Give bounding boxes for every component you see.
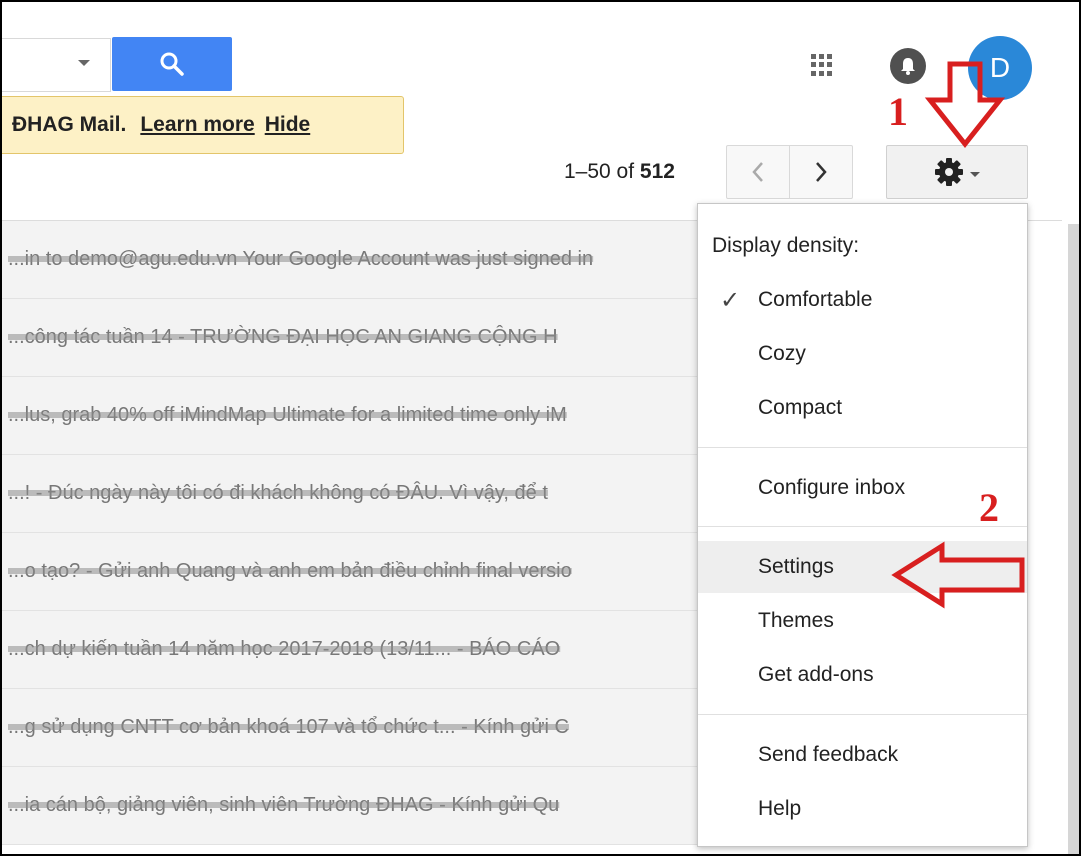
checkmark-icon: ✓ (720, 287, 741, 314)
gear-icon (935, 158, 963, 186)
learn-more-link[interactable]: Learn more (140, 113, 254, 137)
menu-item-label: Comfortable (758, 288, 873, 311)
chevron-down-icon (970, 171, 980, 177)
settings-gear-button[interactable] (886, 145, 1028, 199)
menu-item-label: Configure inbox (758, 476, 906, 499)
get-addons-item[interactable]: Get add-ons (698, 649, 1027, 701)
annotation-step-1: 1 (888, 89, 908, 134)
email-row[interactable]: ...in to demo@agu.edu.vn Your Google Acc… (2, 221, 702, 299)
email-snippet: ...lus, grab 40% off iMindMap Ultimate f… (8, 404, 567, 426)
email-snippet: ...in to demo@agu.edu.vn Your Google Acc… (8, 248, 594, 270)
density-compact[interactable]: Compact (698, 382, 1027, 434)
page-total: 512 (639, 160, 675, 183)
menu-item-label: Themes (758, 609, 834, 632)
menu-item-label: Settings (758, 555, 834, 578)
email-snippet: ...o tạo? - Gửi anh Quang và anh em bản … (8, 560, 572, 582)
email-row[interactable]: ...ch dự kiến tuần 14 năm học 2017-2018 … (2, 611, 702, 689)
apps-grid-icon[interactable] (811, 54, 833, 76)
search-input[interactable] (2, 38, 111, 92)
screenshot-frame: D ĐHAG Mail. Learn more Hide 1–50 of 512 (0, 0, 1081, 856)
page-count: 1–50 of 512 (564, 160, 675, 184)
menu-item-label: Help (758, 797, 802, 820)
newer-page-button[interactable] (790, 145, 853, 199)
menu-item-label: Get add-ons (758, 663, 874, 686)
menu-divider (698, 714, 1027, 715)
annotation-step-2: 2 (979, 485, 999, 530)
email-snippet: ...g sử dụng CNTT cơ bản khoá 107 và tổ … (8, 716, 569, 738)
email-row[interactable]: ...! - Đúc ngày này tôi có đi khách khôn… (2, 455, 702, 533)
email-row[interactable]: ...lus, grab 40% off iMindMap Ultimate f… (2, 377, 702, 455)
email-row[interactable]: ...o tạo? - Gửi anh Quang và anh em bản … (2, 533, 702, 611)
email-snippet: ...công tác tuần 14 - TRƯỜNG ĐẠI HỌC AN … (8, 326, 558, 348)
hide-link[interactable]: Hide (265, 113, 311, 137)
search-button[interactable] (112, 37, 232, 91)
menu-divider (698, 447, 1027, 448)
page-range: 1–50 of (564, 160, 640, 183)
annotation-arrow-down-icon (924, 61, 1006, 149)
help-item[interactable]: Help (698, 783, 1027, 835)
density-comfortable[interactable]: ✓ Comfortable (698, 274, 1027, 326)
email-row[interactable]: ...ia cán bộ, giảng viên, sinh viên Trườ… (2, 767, 702, 845)
email-snippet: ...ch dự kiến tuần 14 năm học 2017-2018 … (8, 638, 561, 660)
pager (726, 145, 854, 199)
search-icon (160, 52, 184, 76)
configure-inbox-item[interactable]: Configure inbox (698, 462, 1027, 514)
send-feedback-item[interactable]: Send feedback (698, 729, 1027, 781)
email-list: ...in to demo@agu.edu.vn Your Google Acc… (2, 221, 702, 845)
banner-text: ĐHAG Mail. (12, 113, 127, 136)
density-cozy[interactable]: Cozy (698, 328, 1027, 380)
chevron-left-icon (752, 162, 763, 182)
annotation-arrow-left-icon (891, 541, 1025, 609)
email-snippet: ...ia cán bộ, giảng viên, sinh viên Trườ… (8, 794, 560, 816)
chevron-right-icon (816, 162, 827, 182)
menu-item-label: Send feedback (758, 743, 899, 766)
info-banner: ĐHAG Mail. Learn more Hide (2, 96, 404, 154)
menu-divider (698, 526, 1027, 527)
menu-item-label: Cozy (758, 342, 806, 365)
older-page-button[interactable] (726, 145, 790, 199)
display-density-heading: Display density: (712, 234, 860, 257)
email-row[interactable]: ...công tác tuần 14 - TRƯỜNG ĐẠI HỌC AN … (2, 299, 702, 377)
scrollbar[interactable] (1068, 224, 1079, 854)
search-options-caret-icon[interactable] (78, 60, 90, 66)
email-snippet: ...! - Đúc ngày này tôi có đi khách khôn… (8, 482, 548, 504)
email-row[interactable]: ...g sử dụng CNTT cơ bản khoá 107 và tổ … (2, 689, 702, 767)
menu-item-label: Compact (758, 396, 843, 419)
